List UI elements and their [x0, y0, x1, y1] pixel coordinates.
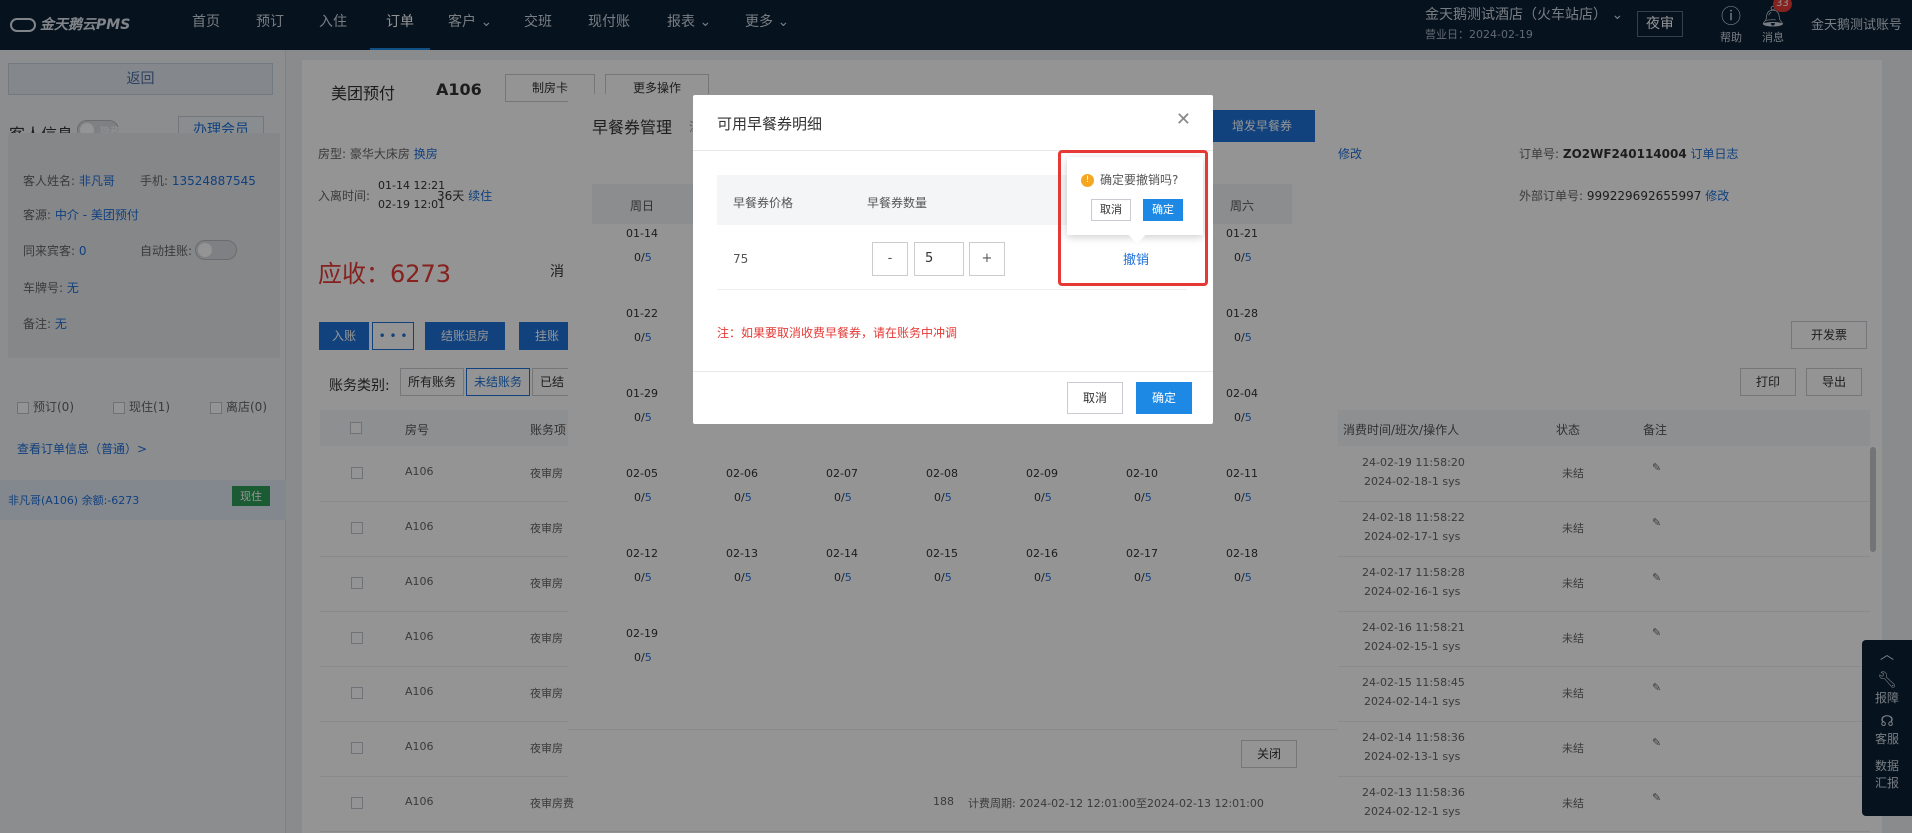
- voucher-confirm-button[interactable]: 确定: [1136, 382, 1192, 414]
- col-voucher-price: 早餐券价格: [733, 196, 794, 210]
- voucher-price: 75: [733, 252, 749, 266]
- voucher-cancel-button[interactable]: 取消: [1067, 382, 1123, 414]
- qty-input[interactable]: 5: [914, 242, 964, 276]
- divider: [717, 289, 1187, 290]
- voucher-note: 注：如果要取消收费早餐券，请在账务中冲调: [717, 326, 958, 340]
- qty-minus-button[interactable]: -: [872, 242, 908, 276]
- close-icon[interactable]: ✕: [1176, 109, 1191, 130]
- divider: [693, 371, 1213, 372]
- highlight-box: [1058, 150, 1208, 286]
- col-voucher-qty: 早餐券数量: [867, 196, 928, 210]
- voucher-dialog-title: 可用早餐券明细: [717, 115, 823, 133]
- qty-plus-button[interactable]: +: [969, 242, 1005, 276]
